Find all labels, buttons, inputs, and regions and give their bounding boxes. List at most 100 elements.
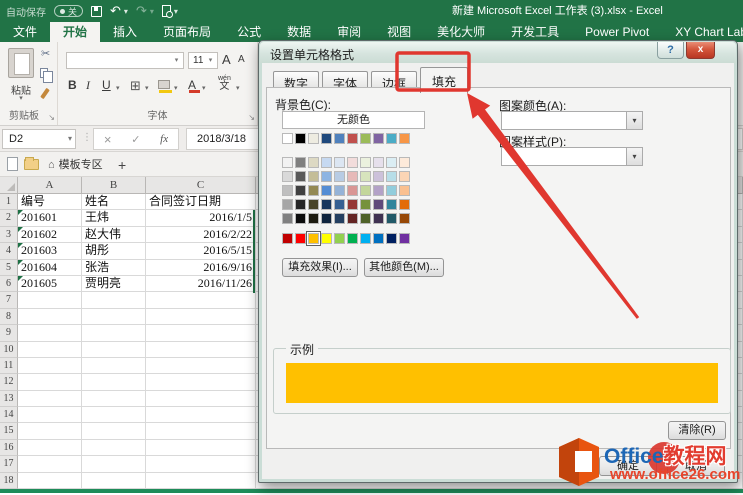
color-swatch-theme-8[interactable] [386,133,397,144]
row-header-17[interactable]: 17 [0,456,18,472]
cell-B14[interactable] [82,407,146,423]
ribbon-tab-0[interactable]: 文件 [0,22,50,42]
add-tab-button[interactable]: + [118,154,126,176]
row-header-1[interactable]: 1 [0,194,18,210]
dialog-close-button[interactable]: x [686,42,715,59]
pattern-color-dropdown-icon[interactable]: ▾ [626,112,642,129]
color-swatch-variant1-3[interactable] [321,171,332,182]
customize-qat-icon[interactable]: ▾ [174,7,178,16]
redo-icon[interactable]: ↷ [136,0,147,22]
color-swatch-variant3-8[interactable] [386,199,397,210]
cell-A9[interactable] [18,325,82,341]
color-swatch-variant2-6[interactable] [360,185,371,196]
color-swatch-variant0-4[interactable] [334,157,345,168]
ribbon-tab-10[interactable]: Power Pivot [572,22,662,42]
row-header-2[interactable]: 2 [0,210,18,226]
color-swatch-variant0-7[interactable] [373,157,384,168]
ribbon-tab-7[interactable]: 视图 [374,22,424,42]
ribbon-tab-9[interactable]: 开发工具 [498,22,572,42]
color-swatch-variant1-9[interactable] [399,171,410,182]
color-swatch-standard-3[interactable] [321,233,332,244]
color-swatch-variant4-9[interactable] [399,213,410,224]
color-swatch-variant1-1[interactable] [295,171,306,182]
formula-bar-grip[interactable]: ⋮ [82,132,92,143]
color-swatch-variant2-2[interactable] [308,185,319,196]
cell-C7[interactable] [146,292,256,308]
format-painter-icon[interactable] [40,88,50,99]
cell-C13[interactable] [146,391,256,407]
color-swatch-standard-9[interactable] [399,233,410,244]
cell-C4[interactable]: 2016/5/15 [146,243,256,259]
underline-dropdown-icon[interactable]: ▾ [116,84,120,92]
row-header-16[interactable]: 16 [0,440,18,456]
dialog-help-button[interactable]: ? [657,42,684,59]
color-swatch-variant1-7[interactable] [373,171,384,182]
color-swatch-variant3-2[interactable] [308,199,319,210]
cell-B12[interactable] [82,374,146,390]
color-swatch-theme-5[interactable] [347,133,358,144]
color-swatch-variant2-9[interactable] [399,185,410,196]
row-header-3[interactable]: 3 [0,227,18,243]
no-color-button[interactable]: 无颜色 [282,111,425,129]
paste-icon[interactable] [8,48,34,78]
color-swatch-theme-2[interactable] [308,133,319,144]
ribbon-tab-11[interactable]: XY Chart Labels [662,22,743,42]
ribbon-tab-3[interactable]: 页面布局 [150,22,224,42]
underline-button[interactable]: U [102,78,111,92]
font-color-icon[interactable]: A [188,78,196,92]
color-swatch-variant0-3[interactable] [321,157,332,168]
cell-A6[interactable]: 201605 [18,276,82,292]
color-swatch-variant0-1[interactable] [295,157,306,168]
paste-dropdown-icon[interactable]: ▾ [4,94,38,102]
open-folder-icon[interactable] [24,159,39,170]
cell-C11[interactable] [146,358,256,374]
color-swatch-standard-0[interactable] [282,233,293,244]
color-swatch-variant4-8[interactable] [386,213,397,224]
cell-C10[interactable] [146,342,256,358]
cell-C5[interactable]: 2016/9/16 [146,260,256,276]
cell-C17[interactable] [146,456,256,472]
cell-C2[interactable]: 2016/1/5 [146,210,256,226]
cell-B5[interactable]: 张浩 [82,260,146,276]
cell-A15[interactable] [18,423,82,439]
fill-color-dropdown-icon[interactable]: ▾ [174,84,178,92]
cell-A10[interactable] [18,342,82,358]
cell-B3[interactable]: 赵大伟 [82,227,146,243]
pattern-color-combo[interactable]: ▾ [501,111,643,130]
cell-B10[interactable] [82,342,146,358]
ribbon-tab-8[interactable]: 美化大师 [424,22,498,42]
color-swatch-standard-1[interactable] [295,233,306,244]
column-header-A[interactable]: A [18,177,82,194]
cell-B16[interactable] [82,440,146,456]
cell-B9[interactable] [82,325,146,341]
row-header-5[interactable]: 5 [0,260,18,276]
cell-A12[interactable] [18,374,82,390]
fill-color-icon[interactable] [158,78,170,92]
ribbon-tab-1[interactable]: 开始 [50,22,100,42]
color-swatch-variant1-5[interactable] [347,171,358,182]
color-swatch-variant3-6[interactable] [360,199,371,210]
cell-A3[interactable]: 201602 [18,227,82,243]
cell-C18[interactable] [146,473,256,489]
color-swatch-theme-9[interactable] [399,133,410,144]
color-swatch-variant2-5[interactable] [347,185,358,196]
cell-B17[interactable] [82,456,146,472]
cell-B7[interactable] [82,292,146,308]
color-swatch-theme-6[interactable] [360,133,371,144]
fill-effects-button[interactable]: 填充效果(I)... [282,258,358,277]
confirm-entry-icon[interactable]: ✓ [131,133,140,146]
cell-C15[interactable] [146,423,256,439]
color-swatch-standard-6[interactable] [360,233,371,244]
color-swatch-variant4-2[interactable] [308,213,319,224]
name-box-dropdown-icon[interactable]: ▾ [68,130,72,148]
color-swatch-variant0-2[interactable] [308,157,319,168]
pattern-style-dropdown-icon[interactable]: ▾ [626,148,642,165]
color-swatch-variant3-9[interactable] [399,199,410,210]
color-swatch-variant2-0[interactable] [282,185,293,196]
font-color-dropdown-icon[interactable]: ▾ [202,84,206,92]
cancel-entry-icon[interactable]: × [104,132,112,147]
row-header-18[interactable]: 18 [0,473,18,489]
border-icon[interactable]: ⊞ [130,78,141,94]
cell-A5[interactable]: 201604 [18,260,82,276]
undo-icon[interactable]: ↶ [110,0,121,22]
